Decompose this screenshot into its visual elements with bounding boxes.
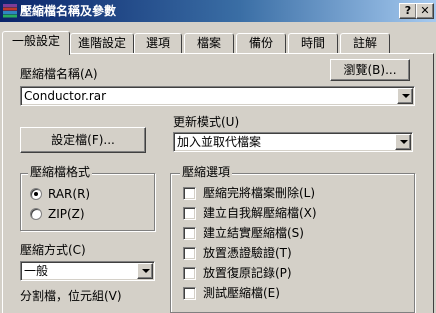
archiving-options-title: 壓縮選項 [180, 165, 233, 179]
delete-after-archiving-label[interactable]: 壓縮完將檔案刪除(L) [203, 186, 315, 200]
recovery-record-label[interactable]: 放置復原記錄(P) [203, 266, 292, 280]
test-archive-label[interactable]: 測試壓縮檔(E) [203, 286, 280, 300]
close-button[interactable]: ✕ [416, 3, 434, 19]
tab-advanced[interactable]: 進階設定 [70, 33, 134, 53]
archive-name-label: 壓縮檔名稱(A) [20, 67, 98, 81]
update-mode-select[interactable]: 加入並取代檔案 [173, 132, 413, 152]
create-solid-label[interactable]: 建立結實壓縮檔(S) [203, 226, 304, 240]
recovery-record-checkbox[interactable] [183, 267, 196, 280]
create-solid-checkbox[interactable] [183, 227, 196, 240]
help-button[interactable]: ? [399, 3, 417, 19]
zip-radio-label[interactable]: ZIP(Z) [48, 207, 85, 221]
split-volumes-label: 分割檔，位元組(V) [20, 289, 122, 303]
compression-method-select[interactable]: 一般 [20, 261, 155, 281]
browse-button[interactable]: 瀏覽(B)... [330, 59, 410, 81]
update-mode-dropdown-button[interactable] [395, 134, 411, 150]
archive-format-title: 壓縮檔格式 [28, 165, 93, 179]
test-archive-checkbox[interactable] [183, 287, 196, 300]
tab-files[interactable]: 檔案 [184, 33, 234, 53]
rar-radio-label[interactable]: RAR(R) [48, 187, 90, 201]
tab-time[interactable]: 時間 [288, 33, 338, 53]
zip-radio[interactable] [30, 208, 42, 220]
winrar-app-icon [3, 4, 17, 18]
compression-method-dropdown-button[interactable] [137, 263, 153, 279]
authenticity-checkbox[interactable] [183, 247, 196, 260]
update-mode-label: 更新模式(U) [173, 115, 240, 129]
title-bar[interactable]: 壓縮檔名稱及參數 ? ✕ [0, 0, 436, 22]
authenticity-label[interactable]: 放置憑證驗證(T) [203, 246, 292, 260]
delete-after-archiving-checkbox[interactable] [183, 187, 196, 200]
tab-general[interactable]: 一般設定 [2, 31, 70, 55]
profiles-button[interactable]: 設定檔(F)... [20, 127, 146, 153]
rar-radio[interactable] [30, 188, 42, 200]
archive-name-dropdown-button[interactable] [397, 88, 413, 104]
window-title: 壓縮檔名稱及參數 [20, 4, 117, 18]
tab-options[interactable]: 選項 [134, 33, 182, 53]
create-sfx-label[interactable]: 建立自我解壓縮檔(X) [203, 206, 317, 220]
compression-method-label: 壓縮方式(C) [20, 243, 86, 257]
tab-comment[interactable]: 註解 [340, 33, 390, 53]
tab-backup[interactable]: 備份 [236, 33, 286, 53]
archive-name-combobox[interactable]: Conductor.rar [20, 86, 415, 106]
create-sfx-checkbox[interactable] [183, 207, 196, 220]
archive-format-group [20, 173, 155, 231]
